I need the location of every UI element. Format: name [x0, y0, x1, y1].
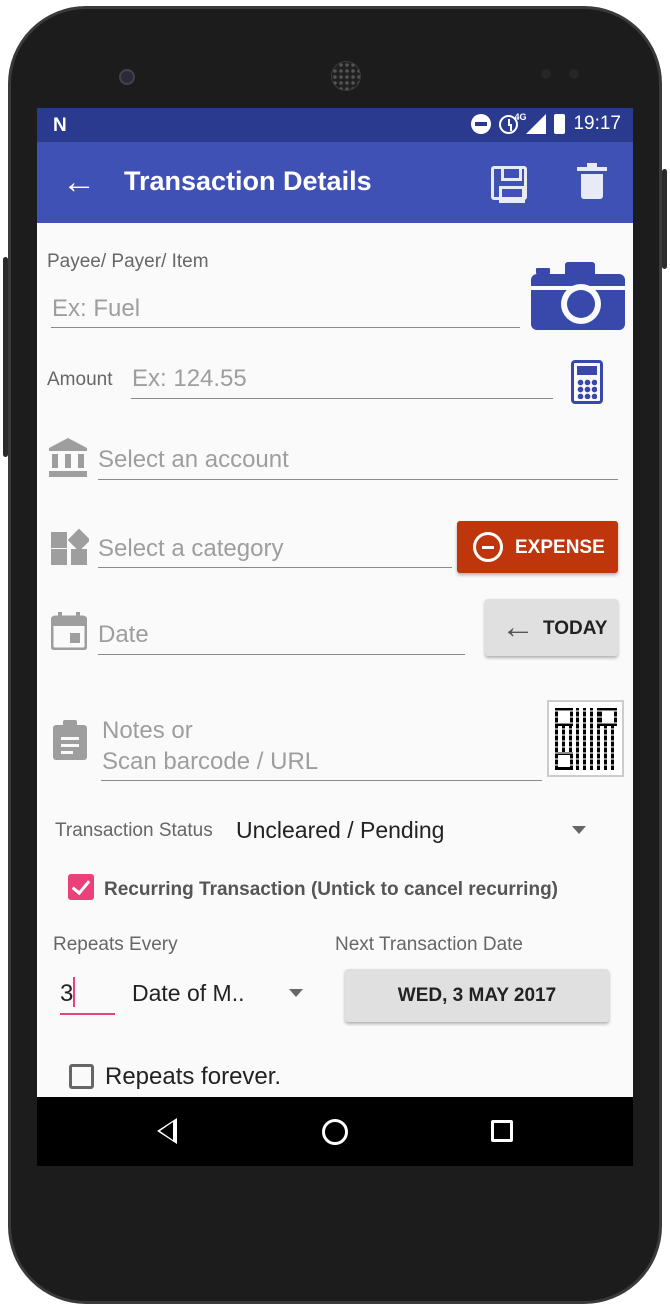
proximity-sensor: [541, 69, 551, 79]
nougat-n-icon: N: [53, 115, 67, 136]
left-arrow-icon: ←: [501, 608, 535, 646]
minus-circle-icon: [473, 532, 503, 562]
calendar-icon: [51, 612, 87, 650]
category-icon: [51, 528, 89, 565]
next-date-button[interactable]: WED, 3 MAY 2017: [345, 969, 609, 1022]
nav-home-icon[interactable]: [322, 1119, 348, 1145]
earpiece-speaker: [331, 61, 361, 91]
today-button[interactable]: ← TODAY: [485, 599, 618, 656]
clock: 19:17: [573, 113, 621, 134]
payee-input[interactable]: Ex: Fuel: [52, 295, 140, 323]
nav-back-icon[interactable]: [157, 1118, 177, 1144]
qr-scan-button[interactable]: [547, 700, 624, 777]
qr-code-icon: [555, 708, 617, 770]
repeat-unit-select[interactable]: Date of M..: [132, 980, 244, 1007]
network-type: 4G: [514, 112, 527, 122]
recurring-checkbox[interactable]: [68, 874, 94, 900]
expense-label: EXPENSE: [515, 537, 605, 558]
repeat-interval-underline: [60, 1013, 115, 1015]
front-camera: [119, 69, 135, 85]
camera-icon[interactable]: [531, 262, 625, 330]
app-screen: N 4G 19:17 ← Transaction Details Payee/ …: [37, 108, 633, 1166]
volume-button: [3, 257, 8, 457]
amount-label: Amount: [47, 369, 113, 390]
text-cursor: [73, 977, 75, 1007]
next-transaction-date-label: Next Transaction Date: [335, 934, 523, 955]
save-icon[interactable]: [491, 166, 527, 203]
category-select[interactable]: Select a category: [98, 535, 283, 563]
status-icons: 4G 19:17: [471, 112, 621, 135]
repeats-every-label: Repeats Every: [53, 934, 178, 955]
amount-underline: [131, 398, 553, 399]
status-bar: N 4G 19:17: [37, 108, 633, 142]
category-underline: [98, 567, 452, 568]
payee-underline: [51, 327, 520, 328]
transaction-status-label: Transaction Status: [55, 820, 213, 841]
recurring-label[interactable]: Recurring Transaction (Untick to cancel …: [104, 879, 558, 901]
repeat-interval-input[interactable]: 3: [60, 980, 73, 1008]
repeats-forever-checkbox[interactable]: [69, 1064, 94, 1089]
light-sensor: [569, 69, 579, 79]
repeats-forever-label[interactable]: Repeats forever.: [105, 1063, 281, 1091]
expense-toggle-button[interactable]: EXPENSE: [457, 521, 618, 573]
payee-label: Payee/ Payer/ Item: [47, 251, 209, 272]
today-label: TODAY: [543, 618, 608, 639]
delete-icon[interactable]: [577, 163, 607, 199]
app-bar: ← Transaction Details: [37, 142, 633, 223]
page-title: Transaction Details: [124, 166, 372, 196]
account-select[interactable]: Select an account: [98, 446, 289, 474]
transaction-status-select[interactable]: Uncleared / Pending: [236, 817, 444, 844]
repeat-unit-dropdown-arrow-icon[interactable]: [289, 989, 303, 997]
signal-icon: 4G: [514, 112, 547, 134]
power-button: [662, 169, 667, 269]
navigation-bar: [37, 1097, 633, 1166]
notes-placeholder-line1[interactable]: Notes or: [102, 717, 193, 745]
notes-placeholder-line2[interactable]: Scan barcode / URL: [102, 748, 318, 776]
date-underline: [98, 654, 465, 655]
bank-icon: [49, 438, 87, 477]
amount-input[interactable]: Ex: 124.55: [132, 365, 247, 393]
battery-icon: [554, 114, 566, 134]
clipboard-icon: [53, 720, 87, 760]
calculator-icon[interactable]: [571, 360, 603, 404]
notes-underline: [101, 780, 542, 781]
account-underline: [98, 479, 618, 480]
date-input[interactable]: Date: [98, 621, 149, 649]
do-not-disturb-icon: [471, 114, 492, 134]
nav-recents-icon[interactable]: [491, 1120, 513, 1142]
back-arrow-icon[interactable]: ←: [59, 162, 99, 202]
status-dropdown-arrow-icon[interactable]: [572, 826, 586, 834]
